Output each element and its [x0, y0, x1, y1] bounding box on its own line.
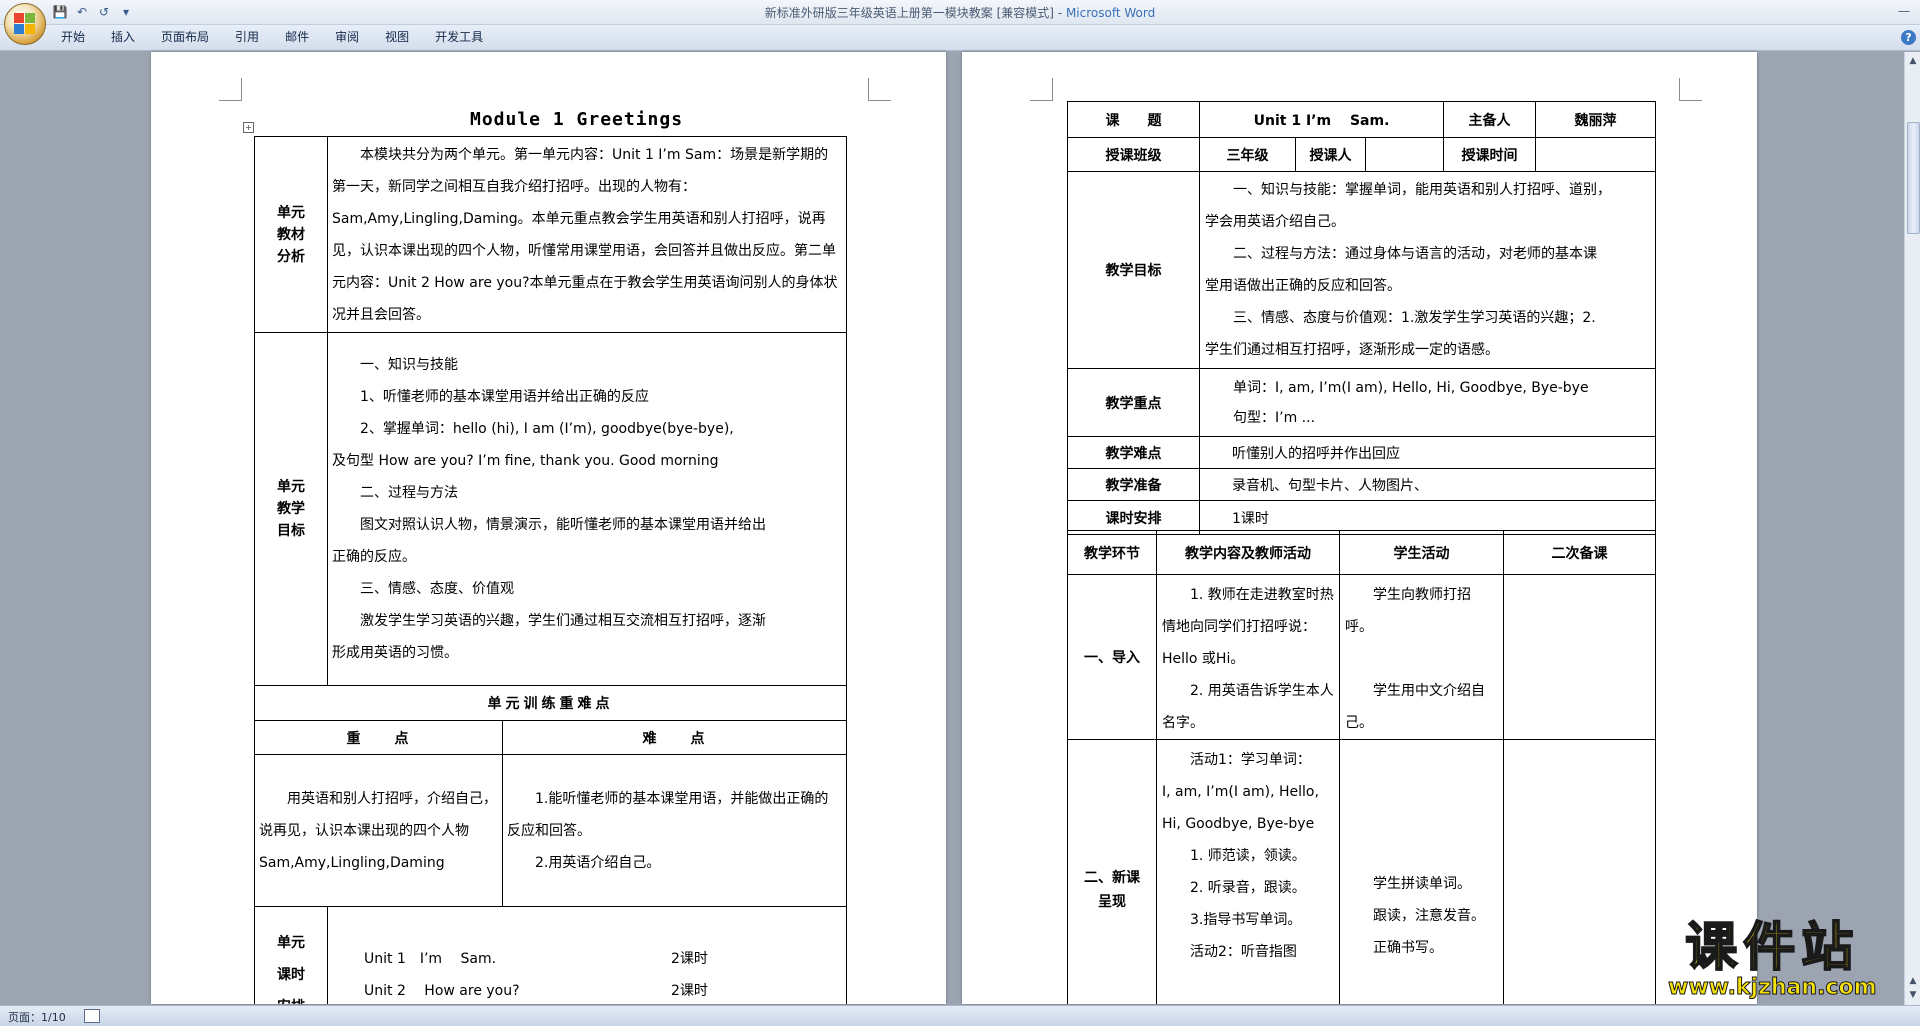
- module-overview-table: 单元 教材 分析 本模块共分为两个单元。第一单元内容：Unit 1 I’m Sam：…: [253, 136, 848, 1004]
- time-label: 授课时间: [1443, 137, 1537, 172]
- analysis-text: 本模块共分为两个单元。第一单元内容：Unit 1 I’m Sam：场景是新学期的…: [326, 136, 848, 333]
- difficulty-label: 教学难点: [1067, 436, 1200, 469]
- document-page-2[interactable]: 课 题 Unit 1 I’m Sam. 主备人 魏丽萍 授课班级 三年级 授课人…: [962, 52, 1757, 1004]
- vertical-scrollbar[interactable]: ▲ ▲ ▼: [1904, 52, 1920, 1005]
- app-name: Microsoft Word: [1065, 6, 1156, 20]
- prep-value: 录音机、句型卡片、人物图片、: [1198, 468, 1657, 501]
- next-page-icon[interactable]: ▼: [1906, 988, 1920, 1002]
- table-move-handle-icon[interactable]: +: [243, 122, 254, 133]
- tab-insert[interactable]: 插入: [98, 25, 148, 50]
- prep-label: 教学准备: [1067, 468, 1200, 501]
- tab-developer[interactable]: 开发工具: [422, 25, 496, 50]
- crop-mark: [1679, 78, 1702, 101]
- process-header-revision: 二次备课: [1503, 530, 1656, 575]
- difficulty-value: 听懂别人的招呼并作出回应: [1198, 436, 1657, 469]
- intro-teacher-text: 1. 教师在走进教室时热情地向同学们打招呼说：Hello 或Hi。 2. 用英语…: [1156, 574, 1340, 740]
- key-text: 用英语和别人打招呼，介绍自己，说再见，认识本课出现的四个人物 Sam,Amy,L…: [254, 754, 503, 907]
- status-bar: 页面：1/10: [0, 1005, 1920, 1026]
- focus-label: 教学重点: [1067, 368, 1200, 437]
- page-indicator[interactable]: 页面：1/10: [8, 1009, 66, 1025]
- tab-page-layout[interactable]: 页面布局: [148, 25, 222, 50]
- intro-student-text: 学生向教师打招呼。 学生用中文介绍自己。: [1339, 574, 1504, 740]
- previous-page-icon[interactable]: ▲: [1906, 974, 1920, 988]
- class-value: 三年级: [1199, 137, 1296, 172]
- watermark-logo: 课件站 www.kjzhan.com: [1668, 918, 1878, 1000]
- teacher-value: [1364, 137, 1445, 172]
- new-lesson-revision-cell: [1503, 739, 1656, 1004]
- process-header-student: 学生活动: [1339, 530, 1504, 575]
- scrollbar-thumb[interactable]: [1907, 122, 1920, 234]
- tab-home[interactable]: 开始: [48, 25, 98, 50]
- key-header: 重 点: [254, 720, 503, 755]
- tab-review[interactable]: 审阅: [322, 25, 372, 50]
- teacher-label: 授课人: [1295, 137, 1366, 172]
- tab-references[interactable]: 引用: [222, 25, 272, 50]
- help-icon[interactable]: ?: [1901, 30, 1916, 45]
- list-item: Unit 2 How are you? 2课时: [364, 983, 708, 999]
- process-header-content: 教学内容及教师活动: [1156, 530, 1340, 575]
- training-header: 单元训练重难点: [253, 685, 848, 721]
- document-heading: Module 1 Greetings: [470, 109, 684, 130]
- document-page-1[interactable]: + Module 1 Greetings 单元 教材 分析 本模块共分为两个单元。第…: [151, 52, 946, 1004]
- new-lesson-label: 二、新课 呈现: [1067, 739, 1157, 1004]
- window-title: 新标准外研版三年级英语上册第一模块教案 [兼容模式] - Microsoft W…: [764, 6, 1156, 20]
- teaching-process-table: 教学环节 教学内容及教师活动 学生活动 二次备课 一、导入 1. 教师在走进教室…: [1067, 530, 1656, 1004]
- crop-mark: [868, 78, 891, 101]
- crop-mark: [219, 78, 242, 101]
- lesson-info-table: 课 题 Unit 1 I’m Sam. 主备人 魏丽萍 授课班级 三年级 授课人…: [1067, 101, 1657, 535]
- focus-text: 单词：I, am, I’m(I am), Hello, Hi, Goodbye,…: [1198, 368, 1657, 437]
- difficulty-header: 难 点: [501, 720, 848, 755]
- document-title: 新标准外研版三年级英语上册第一模块教案 [兼容模式]: [764, 6, 1054, 20]
- new-lesson-student-text: 学生拼读单词。 跟读，注意发音。 正确书写。: [1339, 739, 1504, 1004]
- new-lesson-teacher-text: 活动1：学习单词： I, am, I’m(I am), Hello, Hi, G…: [1156, 739, 1340, 1004]
- preparer-value: 魏丽萍: [1535, 101, 1657, 138]
- tab-view[interactable]: 视图: [372, 25, 422, 50]
- goals-text: 一、知识与技能 1、听懂老师的基本课堂用语并给出正确的反应 2、掌握单词：hel…: [326, 332, 848, 686]
- intro-label: 一、导入: [1067, 574, 1157, 740]
- ribbon-tabs: 开始 插入 页面布局 引用 邮件 审阅 视图 开发工具: [48, 25, 496, 50]
- window-controls: —: [1892, 2, 1916, 20]
- goals-label: 单元 教学 目标: [254, 332, 328, 686]
- objectives-text: 一、知识与技能：掌握单词，能用英语和别人打招呼、道别， 学会用英语介绍自己。 二…: [1198, 171, 1657, 369]
- hours-label: 单元课时安排: [254, 906, 328, 1004]
- crop-mark: [1030, 78, 1053, 101]
- ribbon: 开始 插入 页面布局 引用 邮件 审阅 视图 开发工具 ?: [0, 25, 1920, 51]
- intro-revision-cell: [1503, 574, 1656, 740]
- tab-mailings[interactable]: 邮件: [272, 25, 322, 50]
- title-bar: 💾 ↶ ↺ ▾ 新标准外研版三年级英语上册第一模块教案 [兼容模式] - Mic…: [0, 0, 1920, 25]
- office-logo-icon: [14, 13, 36, 35]
- topic-value: Unit 1 I’m Sam.: [1198, 101, 1445, 138]
- minimize-icon[interactable]: —: [1892, 2, 1916, 20]
- time-value: [1535, 137, 1657, 172]
- list-item: Unit 1 I’m Sam. 2课时: [364, 951, 708, 967]
- process-header-stage: 教学环节: [1067, 530, 1157, 575]
- preparer-label: 主备人: [1443, 101, 1537, 138]
- objectives-label: 教学目标: [1067, 171, 1200, 369]
- hours-list: Unit 1 I’m Sam. 2课时 Unit 2 How are you? 2课…: [326, 906, 848, 1004]
- proofing-icon[interactable]: [84, 1009, 100, 1023]
- analysis-label: 单元 教材 分析: [254, 136, 328, 333]
- office-button[interactable]: [4, 3, 46, 45]
- topic-label: 课 题: [1067, 101, 1200, 138]
- difficulty-text: 1.能听懂老师的基本课堂用语，并能做出正确的反应和回答。 2.用英语介绍自己。: [501, 754, 848, 907]
- class-label: 授课班级: [1067, 137, 1200, 172]
- scroll-up-icon[interactable]: ▲: [1906, 54, 1920, 68]
